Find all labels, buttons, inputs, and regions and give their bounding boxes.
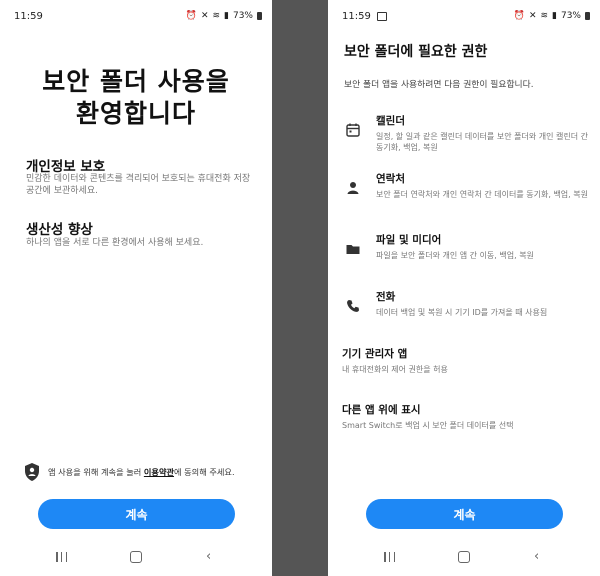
battery-percent: 73%	[560, 11, 581, 21]
recents-icon[interactable]	[384, 552, 395, 562]
page-subtitle: 보안 폴더 앱을 사용하려면 다음 권한이 필요합니다.	[344, 80, 534, 90]
signal-icon: ▮	[552, 11, 557, 21]
status-time: 11:59	[342, 10, 371, 22]
extra-name: 기기 관리자 앱	[342, 348, 408, 360]
section-desc-productivity: 하나의 앱을 서로 다른 환경에서 사용해 보세요.	[26, 238, 204, 248]
permission-name: 캘린더	[376, 115, 405, 127]
continue-button[interactable]: 계속	[366, 499, 563, 529]
permission-name: 연락처	[376, 173, 405, 185]
calendar-icon	[346, 123, 360, 137]
permission-name: 파일 및 미디어	[376, 234, 442, 246]
gallery-icon	[376, 11, 387, 21]
status-icons: ⏰ ✕ ≋ ▮ 73%	[514, 11, 590, 21]
alarm-icon: ⏰	[185, 11, 197, 21]
navigation-bar: ‹	[328, 548, 600, 568]
permission-name: 전화	[376, 291, 396, 303]
extra-name: 다른 앱 위에 표시	[342, 404, 421, 416]
wifi-icon: ≋	[540, 11, 549, 21]
navigation-bar: ‹	[0, 548, 272, 568]
mute-icon: ✕	[200, 11, 209, 21]
home-icon[interactable]	[130, 551, 142, 563]
terms-link[interactable]: 이용약관	[144, 467, 174, 477]
extra-desc: Smart Switch로 백업 시 보안 폴더 데이터를 선택	[342, 421, 514, 430]
folder-icon	[346, 245, 360, 254]
welcome-screen: 11:59 ⏰ ✕ ≋ ▮ 73% 보안 폴더 사용을 환영합니다 개인정보 보…	[0, 0, 272, 576]
permission-desc: 보안 폴더 연락처와 개인 연락처 간 데이터를 동기화, 백업, 복원	[376, 190, 588, 199]
signal-icon: ▮	[224, 11, 229, 21]
page-title: 보안 폴더에 필요한 권한	[344, 44, 488, 60]
status-bar: 11:59 ⏰ ✕ ≋ ▮ 73%	[14, 8, 262, 24]
device-admin-item: 기기 관리자 앱 내 휴대전화의 제어 권한을 허용	[342, 346, 582, 375]
recents-icon[interactable]	[56, 552, 67, 562]
terms-consent: 앱 사용을 위해 계속을 눌러 이용약관에 동의해 주세요.	[24, 463, 260, 481]
page-title: 보안 폴더 사용을 환영합니다	[42, 67, 230, 128]
battery-icon	[585, 12, 590, 20]
consent-text-suffix: 에 동의해 주세요.	[174, 467, 235, 477]
section-title-privacy: 개인정보 보호	[26, 159, 106, 175]
shield-icon	[25, 463, 39, 481]
wifi-icon: ≋	[212, 11, 221, 21]
consent-text-prefix: 앱 사용을 위해 계속을 눌러	[48, 467, 144, 477]
back-icon[interactable]: ‹	[534, 549, 539, 564]
home-icon[interactable]	[458, 551, 470, 563]
phone-icon	[347, 300, 359, 312]
permissions-screen: 11:59 ⏰ ✕ ≋ ▮ 73% 보안 폴더에 필요한 권한 보안 폴더 앱을…	[328, 0, 600, 576]
section-desc-privacy: 민감한 데이터와 콘텐츠를 격리되어 보호되는 휴대전화 저장공간에 보관하세요…	[26, 174, 251, 196]
overlay-item: 다른 앱 위에 표시 Smart Switch로 백업 시 보안 폴더 데이터를…	[342, 402, 582, 431]
permission-desc: 데이터 백업 및 복원 시 기기 ID를 가져올 때 사용됨	[376, 308, 548, 317]
continue-button[interactable]: 계속	[38, 499, 235, 529]
extra-desc: 내 휴대전화의 제어 권한을 허용	[342, 365, 448, 374]
back-icon[interactable]: ‹	[206, 549, 211, 564]
contact-icon	[347, 182, 359, 194]
section-title-productivity: 생산성 향상	[26, 222, 93, 238]
battery-icon	[257, 12, 262, 20]
permission-desc: 파일을 보안 폴더와 개인 앱 간 이동, 백업, 복원	[376, 251, 534, 260]
battery-percent: 73%	[232, 11, 253, 21]
status-time: 11:59	[14, 10, 43, 22]
permission-desc: 일정, 할 일과 같은 캘린더 데이터를 보안 폴더와 개인 캘린더 간 동기화…	[376, 132, 588, 152]
alarm-icon: ⏰	[513, 11, 525, 21]
status-bar: 11:59 ⏰ ✕ ≋ ▮ 73%	[342, 8, 590, 24]
status-icons: ⏰ ✕ ≋ ▮ 73%	[186, 11, 262, 21]
mute-icon: ✕	[528, 11, 537, 21]
